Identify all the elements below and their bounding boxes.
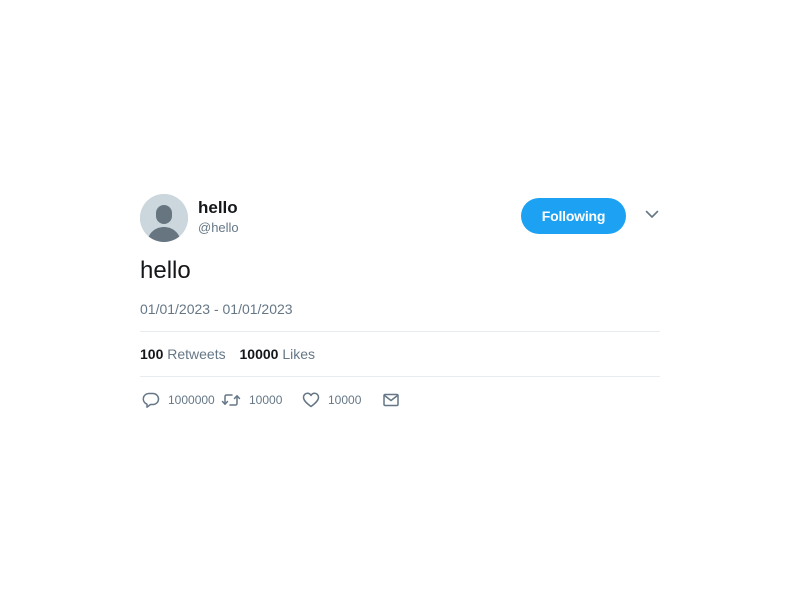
retweets-label[interactable]: Retweets bbox=[167, 346, 225, 362]
direct-message-button[interactable] bbox=[382, 390, 400, 410]
envelope-icon bbox=[383, 393, 399, 407]
reply-count: 1000000 bbox=[168, 393, 215, 407]
tweet-header: hello @hello Following bbox=[140, 194, 660, 242]
likes-count[interactable]: 10000 bbox=[240, 346, 279, 362]
tweet-date[interactable]: 01/01/2023 - 01/01/2023 bbox=[140, 301, 293, 317]
likes-label[interactable]: Likes bbox=[282, 346, 315, 362]
default-avatar-icon bbox=[140, 194, 188, 242]
divider bbox=[140, 331, 660, 332]
avatar[interactable] bbox=[140, 194, 188, 242]
retweet-icon bbox=[221, 394, 241, 406]
retweet-button[interactable]: 10000 bbox=[221, 390, 282, 410]
like-button[interactable]: 10000 bbox=[302, 390, 361, 410]
like-count: 10000 bbox=[328, 393, 362, 407]
tweet-card: hello @hello Following hello 01/01/2023 … bbox=[140, 194, 660, 408]
tweet-actions: 1000000 10000 10000 bbox=[140, 390, 440, 410]
heart-icon bbox=[302, 392, 320, 408]
divider bbox=[140, 376, 660, 377]
display-name[interactable]: hello bbox=[198, 198, 238, 218]
tweet-text: hello bbox=[140, 257, 191, 284]
user-handle[interactable]: @hello bbox=[198, 220, 239, 236]
retweet-count: 10000 bbox=[249, 393, 283, 407]
chevron-down-icon[interactable] bbox=[644, 206, 660, 222]
following-button[interactable]: Following bbox=[521, 198, 626, 234]
tweet-stats: 100 Retweets 10000 Likes bbox=[140, 346, 315, 362]
reply-button[interactable]: 1000000 bbox=[142, 390, 215, 410]
reply-icon bbox=[142, 392, 160, 408]
retweets-count[interactable]: 100 bbox=[140, 346, 163, 362]
